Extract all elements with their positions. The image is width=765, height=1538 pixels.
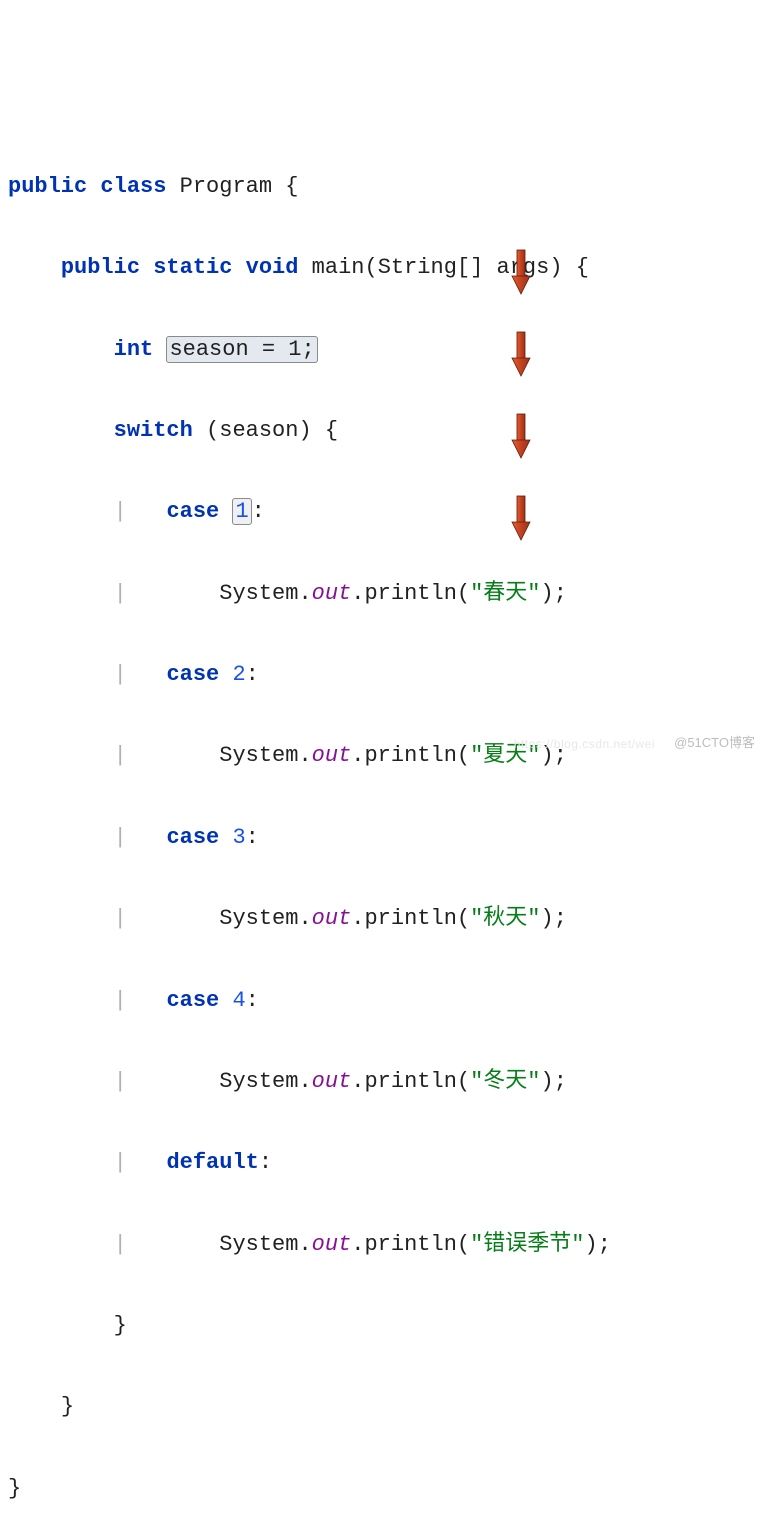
fallthrough-arrow-icon: [510, 330, 532, 378]
kw-static: static: [153, 255, 232, 280]
watermark-csdn: https://blog.csdn.net/wei: [514, 733, 655, 755]
string-spring: "春天": [470, 581, 540, 606]
code-line-14: | System.out.println("错误季节");: [8, 1225, 757, 1266]
code-line-6: | System.out.println("春天");: [8, 574, 757, 615]
kw-void: void: [246, 255, 299, 280]
fallthrough-arrow-icon: [510, 248, 532, 296]
kw-default: default: [166, 1150, 258, 1175]
kw-int: int: [114, 337, 154, 362]
code-line-7: | case 2:: [8, 655, 757, 696]
code-line-15: }: [8, 1306, 757, 1347]
string-autumn: "秋天": [470, 906, 540, 931]
brace-open: {: [285, 174, 298, 199]
code-line-17: }: [8, 1469, 757, 1510]
code-line-9: | case 3:: [8, 818, 757, 859]
code-line-12: | System.out.println("冬天");: [8, 1062, 757, 1103]
kw-public: public: [61, 255, 140, 280]
kw-switch: switch: [114, 418, 193, 443]
code-line-13: | default:: [8, 1143, 757, 1184]
code-line-4: switch (season) {: [8, 411, 757, 452]
watermark-51cto: @51CTO博客: [674, 731, 755, 755]
highlighted-expr: season = 1;: [166, 336, 317, 363]
code-line-3: int season = 1;: [8, 330, 757, 371]
case-value-1: 1: [232, 498, 251, 525]
code-line-5: | case 1:: [8, 492, 757, 533]
code-line-1: public class Program {: [8, 167, 757, 208]
fallthrough-arrow-icon: [510, 412, 532, 460]
brace-close: }: [114, 1313, 127, 1338]
indent-guide: |: [114, 499, 127, 524]
string-winter: "冬天": [470, 1069, 540, 1094]
code-line-16: }: [8, 1387, 757, 1428]
code-line-11: | case 4:: [8, 981, 757, 1022]
fallthrough-arrow-icon: [510, 494, 532, 542]
string-error: "错误季节": [470, 1232, 584, 1257]
kw-case: case: [166, 499, 219, 524]
class-name: Program: [180, 174, 272, 199]
out-field: out: [312, 581, 352, 606]
kw-class: class: [100, 174, 166, 199]
kw-public: public: [8, 174, 87, 199]
method-name: main: [312, 255, 365, 280]
code-line-2: public static void main(String[] args) {: [8, 248, 757, 289]
code-line-10: | System.out.println("秋天");: [8, 899, 757, 940]
